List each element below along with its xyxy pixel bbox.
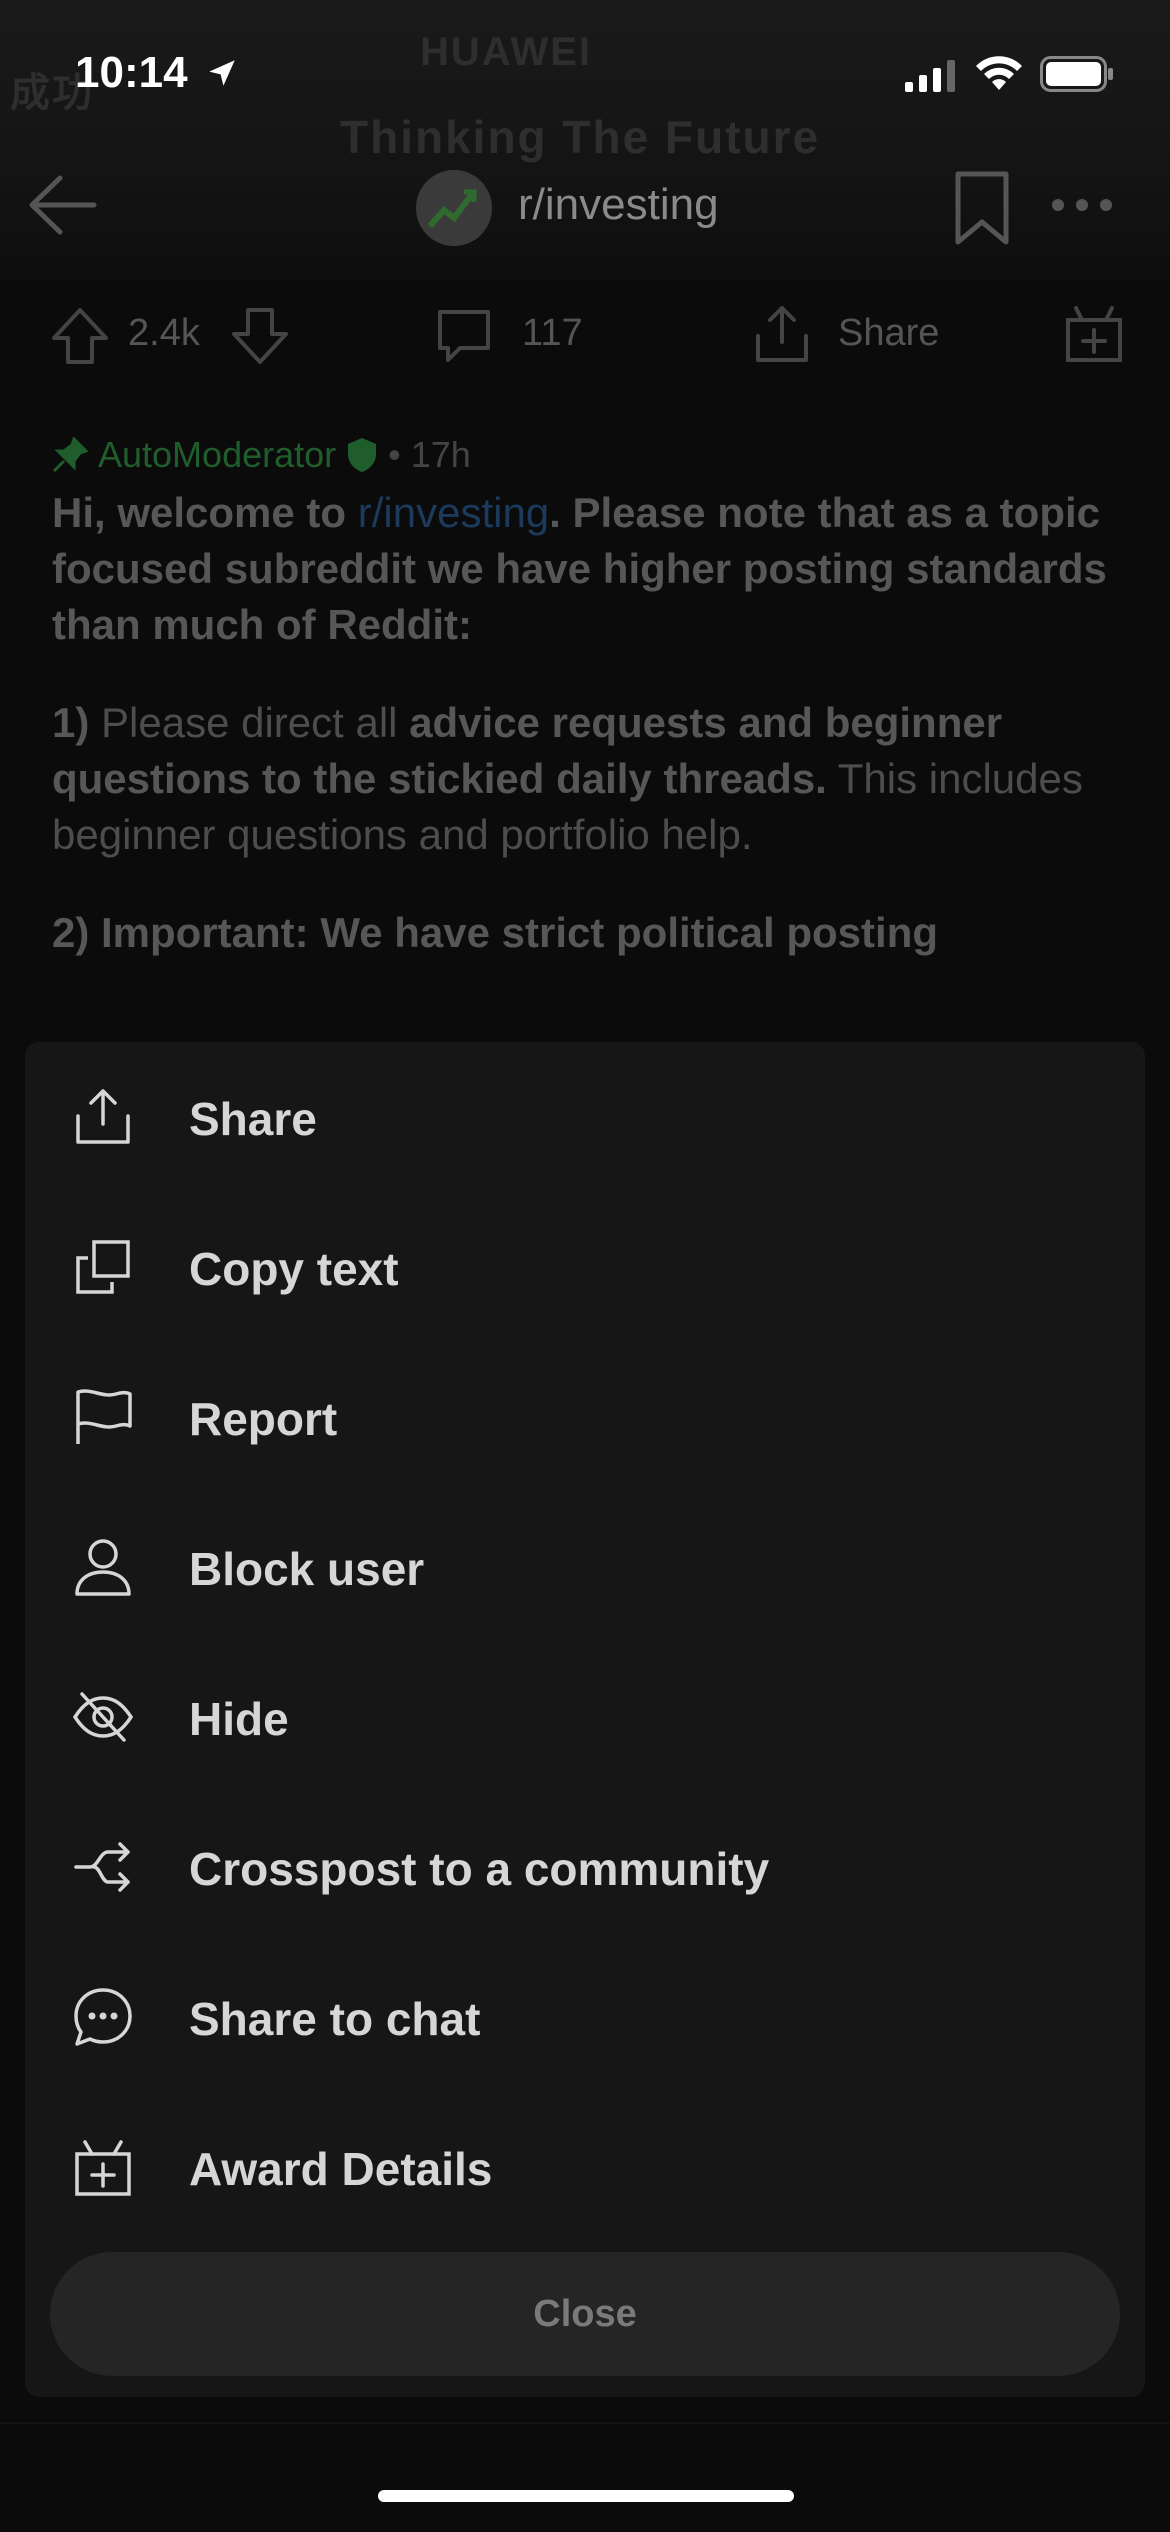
wifi-icon	[976, 56, 1022, 90]
comment-icon[interactable]	[434, 306, 494, 366]
flag-icon	[76, 1389, 132, 1444]
battery-icon	[1040, 56, 1113, 92]
menu-item-label: Crosspost to a community	[189, 1843, 770, 1895]
comment-count[interactable]: 117	[522, 312, 583, 355]
post-text: 2) Important: We have strict political p…	[52, 909, 938, 956]
share-icon[interactable]	[750, 302, 814, 366]
location-arrow-icon	[209, 60, 235, 86]
eye-off-icon	[72, 1692, 134, 1742]
menu-item-label: Hide	[189, 1693, 289, 1745]
subreddit-link[interactable]: r/investing	[358, 489, 549, 536]
close-button-label: Close	[533, 2292, 637, 2335]
menu-item-award-details[interactable]: Award Details	[25, 2092, 1145, 2242]
upvote-icon[interactable]	[50, 306, 110, 366]
post-meta: AutoModerator • 17h	[52, 425, 1132, 485]
menu-item-label: Share to chat	[189, 1993, 481, 2045]
share-icon	[76, 1089, 130, 1144]
nav-bar: r/investing	[0, 150, 1170, 260]
menu-item-label: Award Details	[189, 2143, 493, 2195]
chat-icon	[74, 1988, 132, 2046]
mod-shield-icon	[348, 438, 377, 472]
subreddit-avatar[interactable]	[416, 170, 492, 246]
share-label[interactable]: Share	[838, 312, 939, 355]
post-body: AutoModerator • 17h Hi, welcome to r/inv…	[52, 425, 1132, 1003]
post-author[interactable]: AutoModerator	[98, 434, 336, 476]
crosspost-icon	[74, 1842, 130, 1892]
post-paragraph: 1) Please direct all advice requests and…	[52, 695, 1132, 863]
menu-item-share[interactable]: Share	[25, 1042, 1145, 1192]
menu-item-label: Report	[189, 1393, 338, 1445]
stock-chart-icon	[416, 170, 492, 246]
more-icon[interactable]	[1050, 195, 1114, 215]
bookmark-icon[interactable]	[952, 170, 1012, 246]
menu-item-block-user[interactable]: Block user	[25, 1492, 1145, 1642]
post-time: • 17h	[388, 434, 471, 475]
pin-icon	[52, 437, 88, 473]
gift-icon	[75, 2140, 131, 2196]
menu-item-crosspost[interactable]: Crosspost to a community	[25, 1792, 1145, 1942]
divider	[0, 2422, 1170, 2424]
close-button[interactable]: Close	[50, 2252, 1120, 2376]
post-text: Hi, welcome to	[52, 489, 358, 536]
status-time: 10:14	[75, 48, 188, 97]
post-text: 1)	[52, 699, 90, 746]
post-paragraph: Hi, welcome to r/investing. Please note …	[52, 485, 1132, 653]
user-icon	[75, 1539, 131, 1596]
vote-count: 2.4k	[128, 312, 200, 354]
menu-item-copy-text[interactable]: Copy text	[25, 1192, 1145, 1342]
gift-icon[interactable]	[1062, 300, 1126, 364]
menu-item-label: Copy text	[189, 1243, 399, 1295]
status-bar: 10:14	[0, 0, 1170, 150]
menu-item-label: Block user	[189, 1543, 425, 1595]
post-options-sheet: Share Copy text Report Block user Hide C…	[25, 1042, 1145, 2397]
back-arrow-icon[interactable]	[22, 170, 102, 240]
home-indicator[interactable]	[378, 2490, 794, 2502]
menu-item-share-to-chat[interactable]: Share to chat	[25, 1942, 1145, 2092]
menu-item-label: Share	[189, 1093, 317, 1145]
post-paragraph: 2) Important: We have strict political p…	[52, 905, 1132, 961]
post-text: Please direct all	[89, 699, 410, 746]
cellular-signal-icon	[905, 60, 955, 92]
menu-item-hide[interactable]: Hide	[25, 1642, 1145, 1792]
post-action-row: 2.4k 117 Share	[0, 290, 1170, 380]
subreddit-title[interactable]: r/investing	[518, 180, 719, 230]
menu-item-report[interactable]: Report	[25, 1342, 1145, 1492]
downvote-icon[interactable]	[230, 306, 290, 366]
copy-icon	[76, 1240, 130, 1294]
